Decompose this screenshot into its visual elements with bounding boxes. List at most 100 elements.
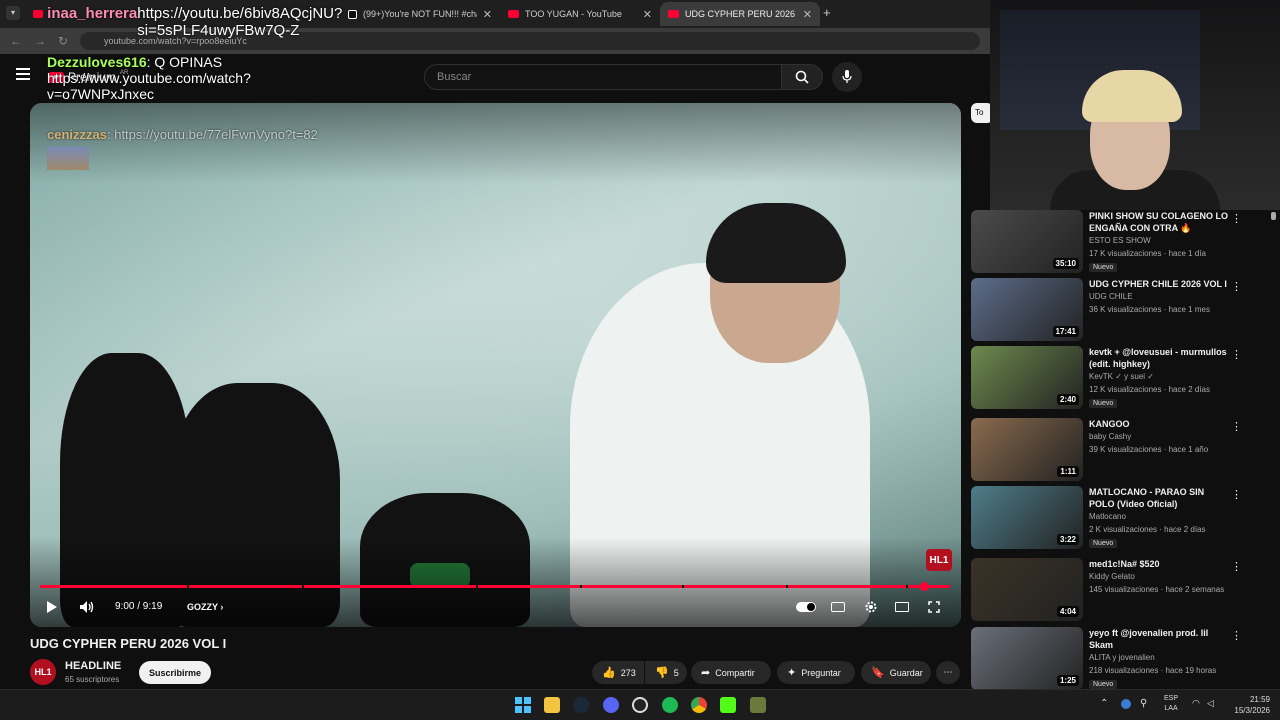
recommendation-title[interactable]: UDG CYPHER CHILE 2026 VOL I: [1089, 278, 1229, 290]
back-icon[interactable]: ←: [10, 34, 22, 48]
recommendation-title[interactable]: yeyo ft @jovenalien prod. lil Skam: [1089, 627, 1229, 651]
recommendation-title[interactable]: MATLOCANO - PARAO SIN POLO (Video Oficia…: [1089, 486, 1229, 510]
save-button[interactable]: 🔖 Guardar: [861, 661, 931, 684]
more-options-icon[interactable]: ⋮: [1231, 629, 1242, 642]
recommendation-title[interactable]: kevtk + @loveusuei - murmullos (edit. hi…: [1089, 346, 1229, 370]
network-icon[interactable]: ⚲: [1140, 698, 1147, 709]
chevron-right-icon: ›: [220, 602, 224, 612]
video-thumbnail[interactable]: 3:22: [971, 486, 1083, 549]
tab-list-dropdown[interactable]: ▾: [6, 6, 20, 20]
play-icon: [47, 601, 57, 613]
search-input[interactable]: Buscar: [424, 64, 782, 90]
recommendation-item[interactable]: 4:04 med1c!Na# $520 Kiddy Gelato 145 visual…: [971, 558, 1261, 622]
sparkle-icon: ✦: [787, 667, 797, 679]
clock-date: 15/3/2026: [1234, 706, 1270, 715]
speaker-icon[interactable]: ◁: [1207, 698, 1214, 709]
player-controls: 9:00 / 9:19 GOZZY ›: [30, 597, 961, 619]
subscriber-count: 65 suscriptores: [65, 675, 120, 684]
more-options-icon[interactable]: ⋮: [1231, 488, 1242, 501]
more-options-icon[interactable]: ⋮: [1231, 212, 1242, 225]
voice-search-button[interactable]: [832, 62, 862, 92]
close-tab-icon[interactable]: ✕: [803, 8, 812, 21]
search-button[interactable]: [781, 64, 823, 90]
subtitles-button[interactable]: [830, 597, 846, 617]
language-indicator[interactable]: ESP LAA: [1164, 694, 1178, 714]
start-icon[interactable]: [515, 697, 531, 713]
discord-icon[interactable]: [603, 697, 619, 713]
recommendation-item[interactable]: 3:22 MATLOCANO - PARAO SIN POLO (Video Of…: [971, 486, 1261, 550]
progress-bar[interactable]: [40, 585, 950, 588]
channel-name[interactable]: HEADLINE: [65, 660, 121, 672]
video-thumbnail[interactable]: 35:10: [971, 210, 1083, 273]
recommendation-title[interactable]: KANGOO: [1089, 418, 1229, 430]
recommendation-channel[interactable]: ESTO ES SHOW: [1089, 236, 1151, 245]
recommendation-channel[interactable]: Kiddy Gelato: [1089, 572, 1135, 581]
recommendation-item[interactable]: 1:11 KANGOO baby Cashy 39 K visualizaciones…: [971, 418, 1261, 482]
like-button[interactable]: 👍 273: [592, 661, 644, 684]
menu-icon[interactable]: [16, 68, 30, 80]
obs-icon[interactable]: [632, 697, 648, 713]
duration-badge: 2:40: [1056, 394, 1079, 405]
recommendation-channel[interactable]: ALITA y jovenalien: [1089, 653, 1155, 662]
video-thumbnail[interactable]: 17:41: [971, 278, 1083, 341]
recommendation-item[interactable]: 17:41 UDG CYPHER CHILE 2026 VOL I UDG CHIL…: [971, 278, 1261, 342]
settings-button[interactable]: [862, 597, 880, 617]
app-icon[interactable]: [750, 697, 766, 713]
video-thumbnail[interactable]: 1:11: [971, 418, 1083, 481]
channel-watermark[interactable]: HL1: [926, 549, 952, 571]
more-options-icon[interactable]: ⋮: [1231, 348, 1242, 361]
recommendation-channel[interactable]: baby Cashy: [1089, 432, 1131, 441]
clock[interactable]: 21:59 15/3/2026: [1222, 694, 1270, 716]
browser-tab-3-active[interactable]: UDG CYPHER PERU 2026 VOL I ✕: [660, 2, 820, 26]
share-icon: ➦: [701, 667, 711, 679]
player-gradient-top: [30, 103, 961, 183]
new-tab-icon[interactable]: +: [823, 5, 831, 20]
ask-label: Preguntar: [801, 667, 841, 678]
video-thumbnail[interactable]: 2:40: [971, 346, 1083, 409]
recommendation-channel[interactable]: KevTK ✓ y suei ✓: [1089, 372, 1154, 381]
spotify-icon[interactable]: [662, 697, 678, 713]
video-thumbnail[interactable]: 4:04: [971, 558, 1083, 621]
recommendation-meta: 12 K visualizaciones · hace 2 días: [1089, 385, 1210, 394]
share-button[interactable]: ➦ Compartir: [691, 661, 771, 684]
dislike-button[interactable]: 👎 5: [645, 661, 687, 684]
channel-avatar[interactable]: HL1: [30, 659, 56, 685]
steam-icon[interactable]: [573, 697, 589, 713]
subscribe-button[interactable]: Suscribirme: [139, 661, 211, 684]
recommendation-channel[interactable]: Matlocano: [1089, 512, 1126, 521]
fullscreen-icon: [928, 601, 940, 613]
kick-icon[interactable]: [720, 697, 736, 713]
chrome-icon[interactable]: [691, 697, 707, 713]
more-options-icon[interactable]: ⋮: [1231, 420, 1242, 433]
browser-tab-2[interactable]: TOO YUGAN - YouTube ✕: [500, 2, 660, 26]
theater-mode-button[interactable]: [894, 597, 910, 617]
wifi-icon[interactable]: ◠: [1192, 698, 1200, 709]
fullscreen-button[interactable]: [926, 597, 942, 617]
chat-message-2: Dezzuloves616: Q OPINAS https://www.yout…: [47, 54, 297, 102]
file-explorer-icon[interactable]: [544, 697, 560, 713]
recommendation-title[interactable]: PINKI SHOW SU COLAGENO LO ENGAÑA CON OTR…: [1089, 210, 1229, 234]
duration-badge: 1:25: [1056, 675, 1079, 686]
close-tab-icon[interactable]: ✕: [483, 8, 492, 21]
autoplay-toggle[interactable]: [796, 597, 816, 617]
recommendation-title[interactable]: med1c!Na# $520: [1089, 558, 1229, 570]
chevron-up-icon[interactable]: ⌃: [1100, 698, 1108, 709]
chapter-button[interactable]: GOZZY ›: [187, 602, 223, 612]
recommendation-item[interactable]: 2:40 kevtk + @loveusuei - murmullos (edit…: [971, 346, 1261, 410]
recommendation-item[interactable]: 35:10 PINKI SHOW SU COLAGENO LO ENGAÑA CO…: [971, 210, 1261, 274]
recommendation-item[interactable]: 1:25 yeyo ft @jovenalien prod. lil Skam AL…: [971, 627, 1261, 691]
ask-button[interactable]: ✦ Preguntar: [777, 661, 855, 684]
play-button[interactable]: [44, 597, 60, 617]
close-tab-icon[interactable]: ✕: [643, 8, 652, 21]
recommendation-channel[interactable]: UDG CHILE: [1089, 292, 1133, 301]
recommendation-meta: 145 visualizaciones · hace 2 semanas: [1089, 585, 1225, 594]
volume-button[interactable]: [78, 597, 96, 617]
sidebar-scrollbar[interactable]: [1271, 212, 1276, 220]
scrubber-handle[interactable]: [920, 582, 929, 591]
more-actions-button[interactable]: ⋯: [936, 661, 960, 684]
security-icon[interactable]: [1121, 699, 1131, 709]
more-options-icon[interactable]: ⋮: [1231, 280, 1242, 293]
video-thumbnail[interactable]: 1:25: [971, 627, 1083, 690]
video-player[interactable]: HL1 9:00 / 9:19 GOZZY ›: [30, 103, 961, 627]
more-options-icon[interactable]: ⋮: [1231, 560, 1242, 573]
